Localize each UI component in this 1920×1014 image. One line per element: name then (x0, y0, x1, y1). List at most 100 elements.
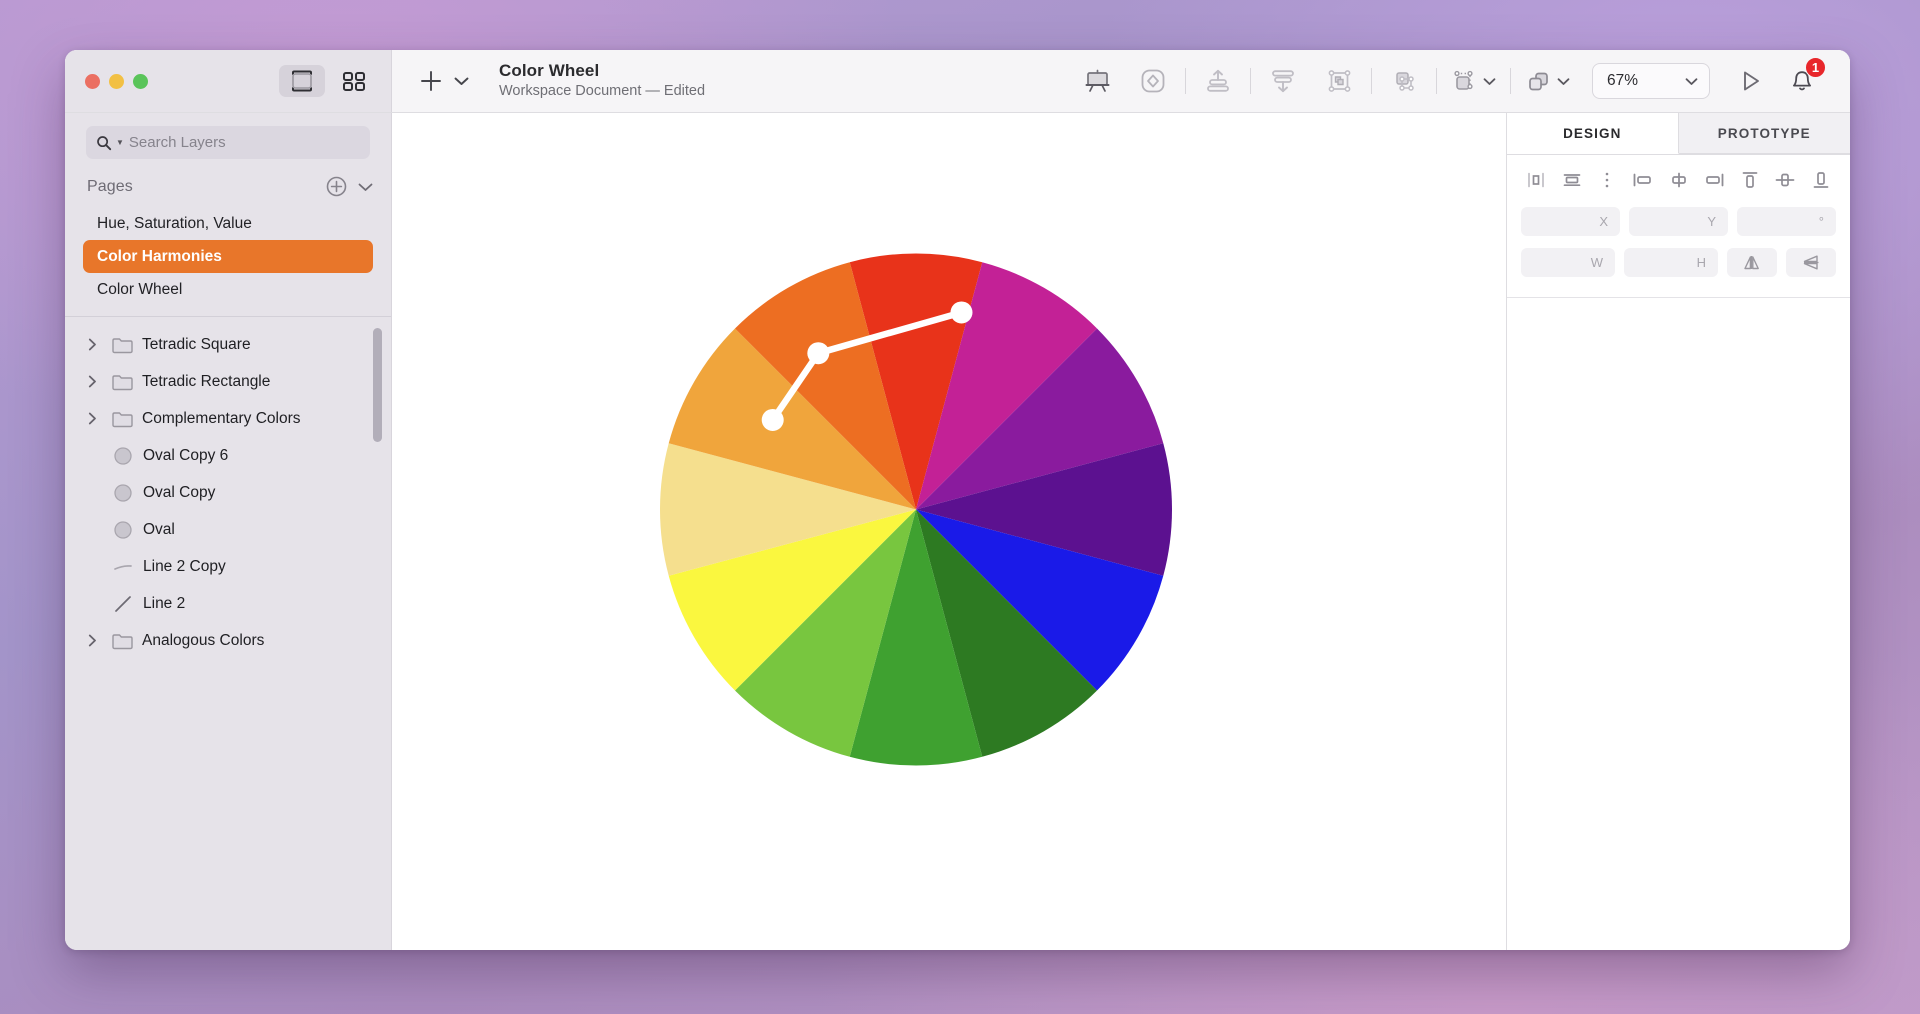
insert-chevron-down-icon[interactable] (454, 76, 469, 86)
layer-label: Oval Copy 6 (143, 447, 228, 465)
group-button[interactable] (1311, 61, 1367, 101)
layer-row-oval-copy-6[interactable]: Oval Copy 6 (65, 437, 391, 474)
alignment-toolbar (1507, 155, 1850, 201)
artboard-button[interactable] (1069, 61, 1125, 101)
add-page-icon[interactable] (326, 176, 347, 197)
align-edge-left-icon (1631, 171, 1655, 189)
layer-row-oval-copy[interactable]: Oval Copy (65, 474, 391, 511)
align-edge-right-button[interactable] (1699, 167, 1729, 193)
x-field-label: X (1599, 214, 1608, 229)
minimize-button[interactable] (109, 74, 124, 89)
align-bottom-button[interactable] (1255, 61, 1311, 101)
disclosure-chevron-right-icon[interactable] (83, 634, 102, 647)
folder-icon (111, 336, 133, 354)
handle-orange-mid[interactable] (807, 342, 829, 364)
ungroup-icon (1391, 68, 1418, 94)
grid-view-icon (343, 72, 365, 91)
align-top-button[interactable] (1190, 61, 1246, 101)
align-middle-icon (1667, 171, 1691, 189)
align-middle-horizontal-button[interactable] (1664, 167, 1694, 193)
transform-dropdown[interactable] (1441, 61, 1506, 101)
notifications-button[interactable]: 1 (1776, 61, 1828, 101)
zoom-level-select[interactable]: 67% (1592, 63, 1710, 99)
search-placeholder: Search Layers (129, 134, 226, 151)
layers-dropdown[interactable] (1515, 61, 1580, 101)
tab-prototype-label: PROTOTYPE (1718, 126, 1811, 141)
layer-row-line-2-copy[interactable]: Line 2 Copy (65, 548, 391, 585)
preview-button[interactable] (1726, 61, 1776, 101)
sidebar-scrollbar[interactable] (373, 328, 382, 442)
symbol-button[interactable] (1125, 61, 1181, 101)
distribute-button[interactable] (1592, 167, 1622, 193)
align-bottom-edge-icon (1811, 170, 1831, 190)
position-fields-row: X Y ° (1507, 201, 1850, 242)
flip-vertical-icon (1802, 254, 1821, 271)
page-item-color-wheel[interactable]: Color Wheel (83, 273, 373, 306)
tab-design[interactable]: DESIGN (1507, 113, 1679, 154)
ungroup-button[interactable] (1376, 61, 1432, 101)
application-window: Color Wheel Workspace Document — Edited (65, 50, 1850, 950)
page-item-hue-saturation-value[interactable]: Hue, Saturation, Value (83, 207, 373, 240)
tab-prototype[interactable]: PROTOTYPE (1679, 113, 1851, 154)
window-controls (85, 74, 148, 89)
layer-row-analogous-colors[interactable]: Analogous Colors (65, 622, 391, 659)
oval-icon (112, 520, 134, 540)
y-field[interactable]: Y (1629, 207, 1728, 236)
width-field[interactable]: W (1521, 248, 1615, 277)
folder-icon (111, 373, 133, 391)
add-icon[interactable] (418, 68, 444, 94)
color-wheel-artwork[interactable] (392, 113, 1506, 950)
layer-label: Oval Copy (143, 484, 215, 502)
align-edge-left-button[interactable] (1628, 167, 1658, 193)
pages-header-label: Pages (87, 178, 133, 196)
close-button[interactable] (85, 74, 100, 89)
search-scope-chevron-icon[interactable]: ▼ (116, 138, 124, 147)
rotation-field[interactable]: ° (1737, 207, 1836, 236)
disclosure-chevron-right-icon[interactable] (83, 375, 102, 388)
titlebar-left-section (65, 50, 392, 112)
insert-group (418, 68, 469, 94)
page-item-color-harmonies[interactable]: Color Harmonies (83, 240, 373, 273)
canvas-view-icon (290, 70, 314, 92)
height-field-label: H (1697, 255, 1706, 270)
inspector-separator (1507, 297, 1850, 298)
canvas[interactable] (392, 113, 1506, 950)
height-field[interactable]: H (1624, 248, 1718, 277)
layer-row-tetradic-square[interactable]: Tetradic Square (65, 326, 391, 363)
line-icon (112, 594, 134, 614)
grid-view-button[interactable] (331, 65, 377, 97)
toolbar-divider-5 (1510, 68, 1511, 94)
layer-row-complementary-colors[interactable]: Complementary Colors (65, 400, 391, 437)
group-icon (1326, 68, 1353, 94)
titlebar: Color Wheel Workspace Document — Edited (65, 50, 1850, 113)
page-label: Color Harmonies (97, 248, 222, 266)
search-input[interactable]: ▼ Search Layers (86, 126, 370, 159)
x-field[interactable]: X (1521, 207, 1620, 236)
layer-row-tetradic-rectangle[interactable]: Tetradic Rectangle (65, 363, 391, 400)
disclosure-chevron-right-icon[interactable] (83, 338, 102, 351)
align-left-button[interactable] (1521, 167, 1551, 193)
align-center-horizontal-button[interactable] (1557, 167, 1587, 193)
align-top-edge-button[interactable] (1735, 167, 1765, 193)
align-bottom-edge-button[interactable] (1806, 167, 1836, 193)
layer-row-oval[interactable]: Oval (65, 511, 391, 548)
search-icon (96, 135, 112, 151)
align-top-icon (1205, 68, 1231, 94)
pages-collapse-chevron-icon[interactable] (358, 182, 373, 192)
oval-icon (112, 446, 134, 466)
handle-orange-outer[interactable] (762, 409, 784, 431)
layer-row-line-2[interactable]: Line 2 (65, 585, 391, 622)
search-container: ▼ Search Layers (65, 113, 391, 168)
canvas-view-button[interactable] (279, 65, 325, 97)
folder-icon (111, 410, 133, 428)
inspector-panel: DESIGN PROTOTYPE (1506, 113, 1850, 950)
folder-icon (111, 632, 133, 650)
maximize-button[interactable] (133, 74, 148, 89)
flip-horizontal-button[interactable] (1727, 248, 1777, 277)
mask-icon (1525, 68, 1552, 94)
layer-label: Tetradic Rectangle (142, 373, 270, 391)
flip-vertical-button[interactable] (1786, 248, 1836, 277)
handle-red[interactable] (950, 301, 972, 323)
disclosure-chevron-right-icon[interactable] (83, 412, 102, 425)
align-middle-vertical-button[interactable] (1770, 167, 1800, 193)
